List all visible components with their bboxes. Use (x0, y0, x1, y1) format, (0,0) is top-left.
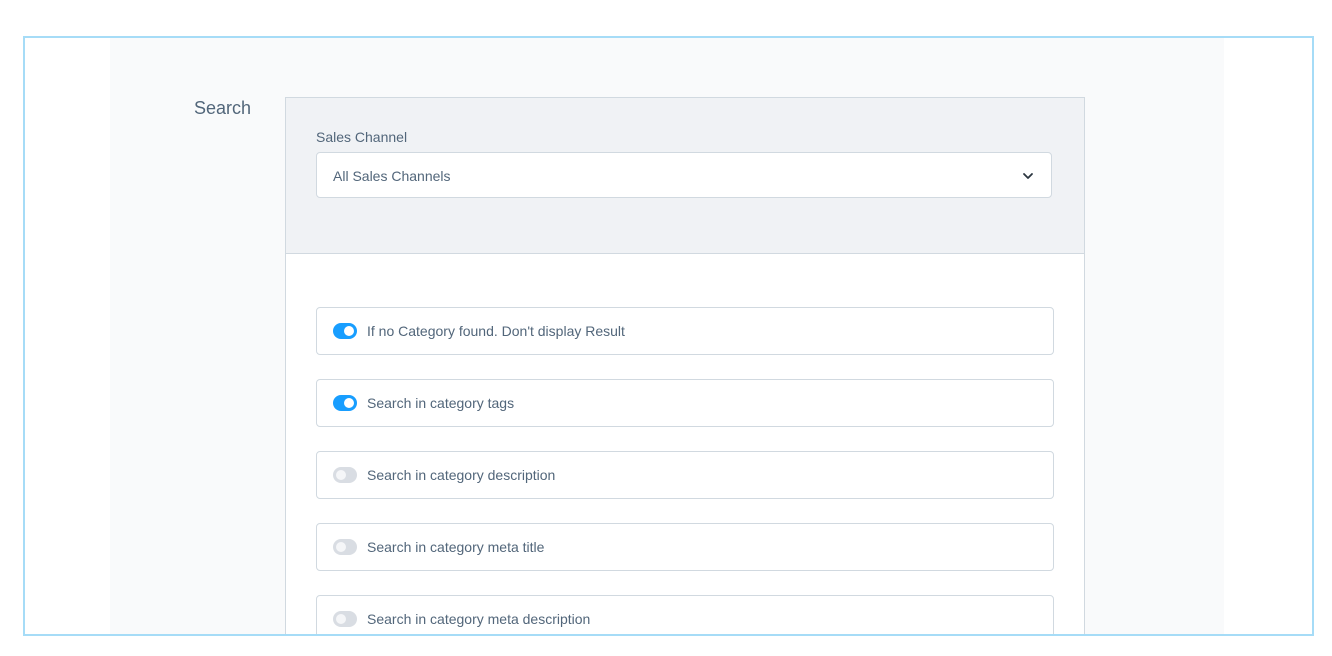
option-label: Search in category description (367, 467, 556, 483)
sales-channel-selected-value: All Sales Channels (333, 168, 451, 184)
content-area: Search Sales Channel All Sales Channels … (110, 38, 1224, 634)
option-row-category-tags: Search in category tags (316, 379, 1054, 427)
option-row-category-meta-description: Search in category meta description (316, 595, 1054, 634)
toggle-switch[interactable] (333, 467, 357, 483)
chevron-down-icon (1023, 173, 1033, 179)
option-label: Search in category meta title (367, 539, 545, 555)
sales-channel-header: Sales Channel All Sales Channels (286, 98, 1084, 254)
toggle-switch[interactable] (333, 611, 357, 627)
option-row-no-category-result: If no Category found. Don't display Resu… (316, 307, 1054, 355)
option-row-category-description: Search in category description (316, 451, 1054, 499)
sales-channel-select[interactable]: All Sales Channels (316, 152, 1052, 198)
toggle-knob (344, 326, 354, 336)
sales-channel-label: Sales Channel (316, 129, 408, 145)
toggle-knob (344, 398, 354, 408)
section-title: Search (194, 98, 252, 118)
toggle-knob (336, 542, 346, 552)
settings-frame: Search Sales Channel All Sales Channels … (23, 36, 1314, 636)
toggle-switch[interactable] (333, 395, 357, 411)
search-settings-card: Sales Channel All Sales Channels If no C… (285, 97, 1085, 634)
toggle-switch[interactable] (333, 539, 357, 555)
option-label: Search in category meta description (367, 611, 591, 627)
option-label: If no Category found. Don't display Resu… (367, 323, 625, 339)
toggle-switch[interactable] (333, 323, 357, 339)
option-row-category-meta-title: Search in category meta title (316, 523, 1054, 571)
toggle-knob (336, 614, 346, 624)
toggle-knob (336, 470, 346, 480)
option-label: Search in category tags (367, 395, 515, 411)
